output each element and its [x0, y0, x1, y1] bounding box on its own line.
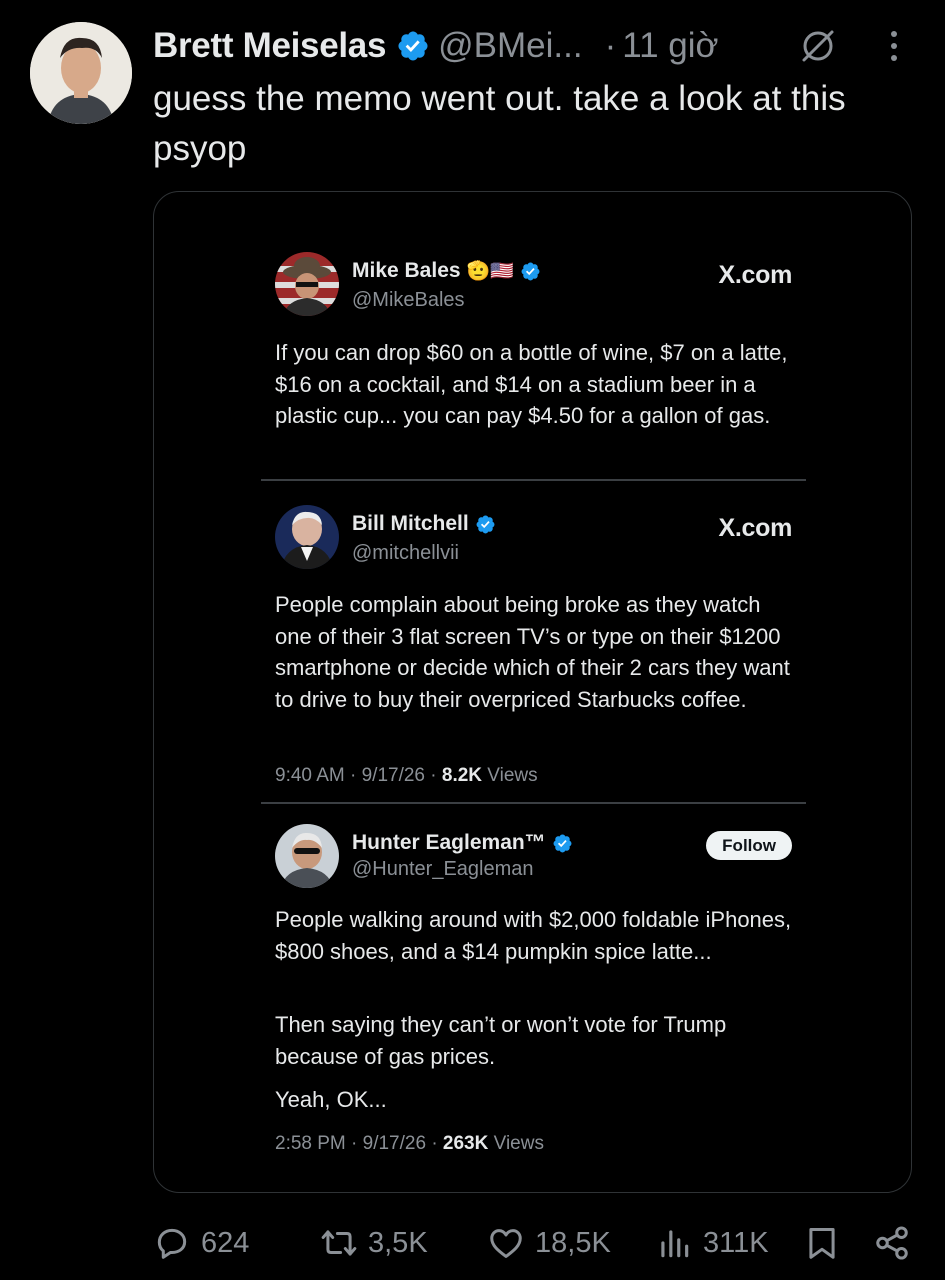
embedded-tweet-2: Bill Mitchell @mitchellvii X.com People … [261, 503, 806, 793]
bookmark-button[interactable] [803, 1218, 851, 1268]
tweet-body-paragraph-3: Yeah, OK... [275, 1087, 387, 1112]
meta-time: 9:40 AM · 9/17/26 · [275, 765, 442, 786]
repost-icon [321, 1230, 357, 1256]
reply-count: 624 [201, 1226, 250, 1259]
tweet-body-paragraph-2: Then saying they can’t or won’t vote for… [275, 1012, 727, 1069]
post-text: guess the memo went out. take a look at … [153, 79, 846, 168]
follow-button: Follow [706, 831, 792, 860]
divider [261, 479, 806, 481]
avatar [275, 824, 339, 888]
tweet-meta: 2:58 PM · 9/17/26 · 263K Views [275, 1133, 544, 1155]
post-time[interactable]: 11 giờ [622, 26, 718, 66]
post-header: Brett Meiselas @BMei... · 11 giờ [153, 24, 719, 68]
verified-badge-icon [398, 31, 428, 61]
meta-time: 2:58 PM · 9/17/26 · [275, 1133, 443, 1154]
avatar [275, 252, 339, 316]
verified-badge-icon [476, 515, 495, 533]
separator-dot: · [604, 26, 617, 65]
display-name: Mike Bales [352, 259, 461, 282]
author-name[interactable]: Brett Meiselas [153, 26, 386, 66]
views-count: 311K [703, 1226, 769, 1259]
verified-badge-icon [553, 834, 572, 852]
divider [261, 802, 806, 804]
handle: @Hunter_Eagleman [352, 858, 534, 880]
display-name: Hunter Eagleman™ [352, 831, 546, 854]
tweet-body: People complain about being broke as the… [275, 592, 790, 712]
bookmark-icon [809, 1228, 835, 1259]
handle: @MikeBales [352, 289, 465, 311]
grok-icon[interactable] [798, 26, 838, 66]
display-name: Bill Mitchell [352, 512, 469, 535]
meta-views-count: 263K [442, 1133, 489, 1154]
share-button[interactable] [873, 1218, 921, 1268]
repost-count: 3,5K [368, 1226, 428, 1259]
repost-button[interactable]: 3,5K [320, 1218, 428, 1268]
meta-views-count: 8.2K [441, 765, 483, 786]
embedded-tweet-3: Hunter Eagleman™ @Hunter_Eagleman Follow… [261, 822, 806, 1162]
reply-button[interactable]: 624 [153, 1218, 249, 1268]
tweet-body-paragraph-1: People walking around with $2,000 foldab… [275, 907, 792, 964]
name-emoji: 🫡🇺🇸 [466, 261, 514, 282]
handle: @mitchellvii [352, 542, 459, 564]
verified-badge-icon [521, 262, 540, 280]
views-button[interactable]: 311K [655, 1218, 769, 1268]
author-handle[interactable]: @BMei... [438, 26, 582, 66]
reply-icon [157, 1228, 187, 1259]
share-icon [876, 1226, 908, 1260]
like-button[interactable]: 18,5K [487, 1218, 611, 1268]
xcom-label: X.com [718, 261, 792, 289]
like-icon [490, 1229, 522, 1258]
like-count: 18,5K [535, 1226, 611, 1259]
meta-views-label: Views [488, 1133, 544, 1154]
avatar [275, 505, 339, 569]
views-icon [661, 1230, 689, 1258]
xcom-label: X.com [718, 514, 792, 542]
embedded-tweet-1: Mike Bales 🫡🇺🇸 @MikeBales X.com If you c… [261, 250, 806, 475]
tweet-meta: 9:40 AM · 9/17/26 · 8.2K Views [275, 765, 538, 787]
author-avatar[interactable] [30, 22, 132, 124]
action-bar: 624 3,5K 18,5K 311K [0, 1218, 945, 1268]
meta-views-label: Views [482, 765, 538, 786]
more-icon[interactable] [882, 26, 906, 66]
tweet-body: If you can drop $60 on a bottle of wine,… [275, 340, 788, 428]
